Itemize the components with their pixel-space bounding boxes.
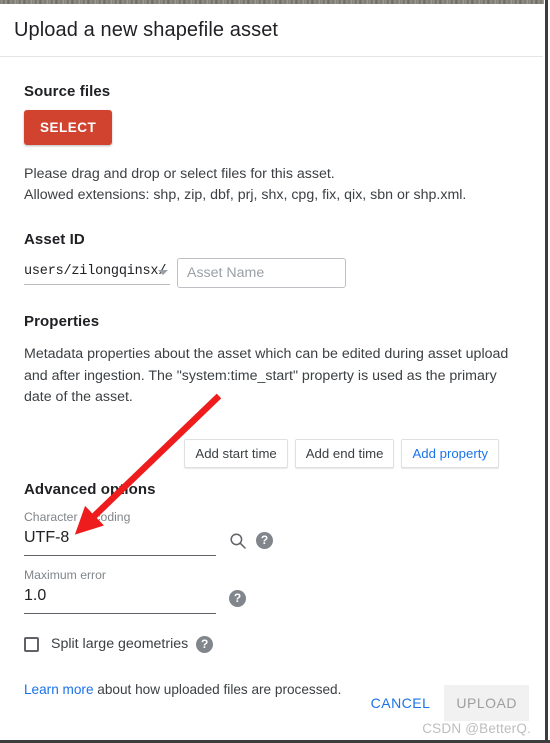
- maximum-error-field[interactable]: Maximum error 1.0 ?: [24, 567, 246, 614]
- select-files-button[interactable]: SELECT: [24, 110, 113, 145]
- dialog-footer-actions: CANCEL UPLOAD: [363, 685, 529, 721]
- upload-shapefile-dialog-screen: Upload a new shapefile asset Source file…: [0, 0, 550, 743]
- dialog-body: Source files SELECT Please drag and drop…: [0, 57, 543, 697]
- help-icon[interactable]: ?: [196, 635, 214, 653]
- asset-id-prefix-select[interactable]: users/zilongqinsx/: [24, 264, 170, 285]
- watermark-text: CSDN @BetterQ.: [422, 721, 531, 736]
- learn-more-link[interactable]: Learn more: [24, 682, 94, 697]
- cancel-button[interactable]: CANCEL: [363, 687, 439, 719]
- drag-drop-hint: Please drag and drop or select files for…: [24, 166, 335, 182]
- asset-id-heading: Asset ID: [24, 231, 85, 248]
- allowed-extensions-hint: Allowed extensions: shp, zip, dbf, prj, …: [24, 187, 467, 203]
- maximum-error-value[interactable]: 1.0: [24, 583, 216, 614]
- source-files-hints: Please drag and drop or select files for…: [24, 164, 519, 206]
- character-encoding-value[interactable]: UTF-8: [24, 525, 216, 556]
- help-icon[interactable]: ?: [229, 589, 246, 607]
- search-icon[interactable]: [229, 532, 247, 550]
- add-start-time-button[interactable]: Add start time: [184, 438, 288, 468]
- split-large-geometries-row: Split large geometries ?: [24, 635, 519, 653]
- add-end-time-button[interactable]: Add end time: [294, 438, 395, 468]
- asset-name-input[interactable]: [177, 258, 346, 288]
- maximum-error-label: Maximum error: [24, 567, 106, 582]
- upload-dialog: Upload a new shapefile asset Source file…: [0, 4, 543, 741]
- properties-heading: Properties: [24, 313, 100, 330]
- window-right-border: [544, 0, 550, 743]
- learn-more-rest: about how uploaded files are processed.: [93, 681, 342, 697]
- page-title: Upload a new shapefile asset: [14, 18, 279, 41]
- add-property-button[interactable]: Add property: [401, 438, 499, 468]
- source-files-heading: Source files: [24, 83, 111, 100]
- asset-id-prefix-label: users/zilongqinsx/: [24, 264, 167, 279]
- help-icon[interactable]: ?: [256, 531, 273, 549]
- split-large-geometries-label: Split large geometries: [51, 636, 189, 652]
- chevron-down-icon: [158, 270, 168, 275]
- properties-description: Metadata properties about the asset whic…: [24, 346, 509, 405]
- split-large-geometries-checkbox[interactable]: [24, 636, 39, 652]
- property-buttons-row: Add start time Add end time Add property: [24, 438, 519, 468]
- dialog-title-bar: Upload a new shapefile asset: [0, 4, 543, 57]
- advanced-options-heading: Advanced options: [24, 480, 156, 498]
- character-encoding-label: Character encoding: [24, 509, 131, 524]
- upload-button: UPLOAD: [444, 685, 529, 721]
- asset-id-row: users/zilongqinsx/: [24, 258, 519, 288]
- character-encoding-field[interactable]: Character encoding UTF-8 ?: [24, 509, 273, 556]
